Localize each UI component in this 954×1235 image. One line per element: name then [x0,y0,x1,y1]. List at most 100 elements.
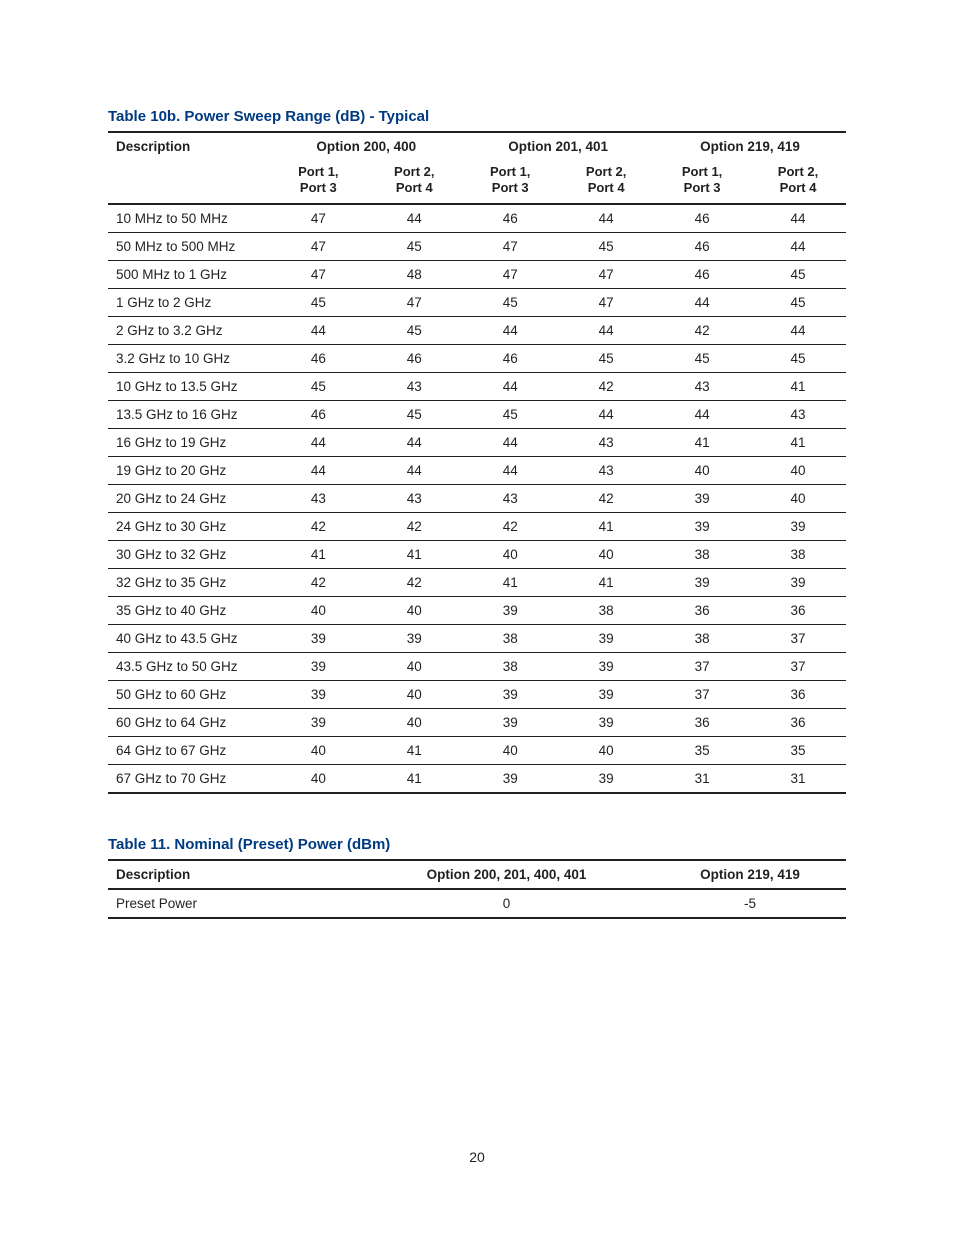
col-group-0: Option 200, 400 [270,132,462,160]
t11-col-desc: Description [108,860,359,889]
cell: 40 [558,736,654,764]
cell: 36 [750,708,846,736]
table10b: Description Option 200, 400 Option 201, … [108,131,846,794]
cell: 40 [462,736,558,764]
table-row: 35 GHz to 40 GHz404039383636 [108,596,846,624]
cell: 43 [654,372,750,400]
cell: 38 [750,540,846,568]
cell: 45 [558,344,654,372]
cell: 40 [270,764,366,793]
table-row: Preset Power 0 -5 [108,889,846,918]
cell: 46 [366,344,462,372]
cell: 47 [270,204,366,233]
row-desc: 60 GHz to 64 GHz [108,708,270,736]
cell: 38 [462,624,558,652]
cell: 44 [270,316,366,344]
sub-5: Port 2,Port 4 [750,160,846,204]
cell: 39 [750,568,846,596]
row-desc: 50 GHz to 60 GHz [108,680,270,708]
row-desc: 1 GHz to 2 GHz [108,288,270,316]
cell: 42 [270,512,366,540]
cell: 42 [654,316,750,344]
cell: 41 [750,428,846,456]
t11-v2: -5 [654,889,846,918]
cell: 45 [750,344,846,372]
cell: 47 [366,288,462,316]
row-desc: 67 GHz to 70 GHz [108,764,270,793]
cell: 44 [462,456,558,484]
cell: 43 [270,484,366,512]
cell: 39 [558,652,654,680]
cell: 41 [558,568,654,596]
cell: 39 [558,680,654,708]
table-row: 43.5 GHz to 50 GHz394038393737 [108,652,846,680]
cell: 37 [654,680,750,708]
cell: 31 [750,764,846,793]
table-row: 1 GHz to 2 GHz454745474445 [108,288,846,316]
cell: 38 [654,624,750,652]
cell: 39 [750,512,846,540]
cell: 44 [654,288,750,316]
cell: 44 [366,204,462,233]
cell: 39 [270,652,366,680]
cell: 39 [654,512,750,540]
cell: 41 [654,428,750,456]
cell: 40 [750,484,846,512]
cell: 36 [654,596,750,624]
row-desc: 64 GHz to 67 GHz [108,736,270,764]
cell: 45 [462,288,558,316]
cell: 40 [558,540,654,568]
cell: 45 [270,372,366,400]
row-desc: 500 MHz to 1 GHz [108,260,270,288]
cell: 46 [654,204,750,233]
cell: 39 [462,764,558,793]
cell: 39 [558,624,654,652]
cell: 39 [558,708,654,736]
row-desc: 35 GHz to 40 GHz [108,596,270,624]
cell: 39 [366,624,462,652]
row-desc: 32 GHz to 35 GHz [108,568,270,596]
row-desc: 10 GHz to 13.5 GHz [108,372,270,400]
table-row: 20 GHz to 24 GHz434343423940 [108,484,846,512]
cell: 39 [558,764,654,793]
cell: 38 [558,596,654,624]
cell: 42 [366,568,462,596]
cell: 40 [366,652,462,680]
t11-desc: Preset Power [108,889,359,918]
cell: 47 [558,288,654,316]
row-desc: 2 GHz to 3.2 GHz [108,316,270,344]
table11: Description Option 200, 201, 400, 401 Op… [108,859,846,919]
cell: 35 [750,736,846,764]
sub-0: Port 1,Port 3 [270,160,366,204]
cell: 46 [654,260,750,288]
cell: 47 [462,232,558,260]
cell: 41 [366,540,462,568]
cell: 47 [462,260,558,288]
cell: 39 [462,596,558,624]
sub-4: Port 1,Port 3 [654,160,750,204]
cell: 43 [366,484,462,512]
cell: 39 [462,708,558,736]
cell: 36 [750,680,846,708]
cell: 39 [270,680,366,708]
cell: 40 [270,736,366,764]
table-row: 2 GHz to 3.2 GHz444544444244 [108,316,846,344]
cell: 41 [558,512,654,540]
col-group-1: Option 201, 401 [462,132,654,160]
cell: 46 [270,344,366,372]
table-row: 50 MHz to 500 MHz474547454644 [108,232,846,260]
cell: 44 [558,400,654,428]
cell: 38 [654,540,750,568]
cell: 40 [654,456,750,484]
table-row: 16 GHz to 19 GHz444444434141 [108,428,846,456]
cell: 45 [558,232,654,260]
cell: 45 [462,400,558,428]
cell: 46 [654,232,750,260]
cell: 38 [462,652,558,680]
t11-col1: Option 200, 201, 400, 401 [359,860,654,889]
cell: 39 [270,624,366,652]
table-row: 3.2 GHz to 10 GHz464646454545 [108,344,846,372]
table-row: 50 GHz to 60 GHz394039393736 [108,680,846,708]
cell: 44 [750,316,846,344]
table-row: 10 GHz to 13.5 GHz454344424341 [108,372,846,400]
